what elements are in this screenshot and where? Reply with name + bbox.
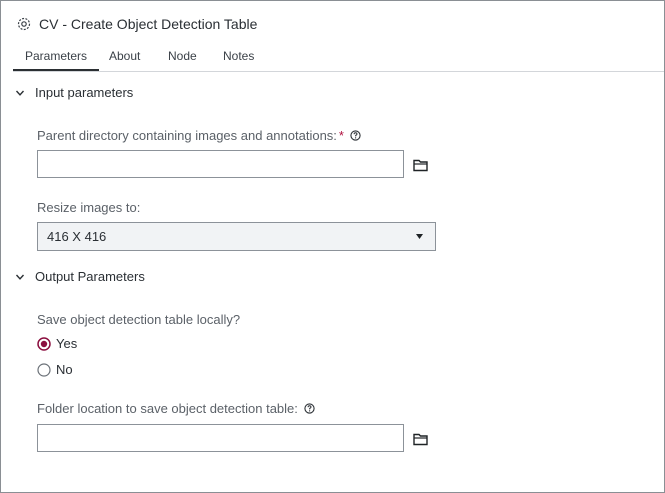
radio-label: Yes — [56, 336, 78, 351]
chevron-down-icon — [15, 274, 25, 280]
section-label: Output Parameters — [35, 269, 145, 284]
window-header: CV - Create Object Detection Table — [17, 15, 257, 33]
folder-icon[interactable] — [413, 432, 429, 446]
section-input-parameters[interactable]: Input parameters — [15, 85, 133, 100]
folder-location-input[interactable] — [37, 424, 404, 452]
tab-bar: Parameters About Node Notes — [12, 47, 664, 72]
resize-images-select[interactable]: 416 X 416 — [37, 222, 436, 251]
radio-checked-icon — [37, 336, 51, 351]
radio-no[interactable]: No — [37, 362, 73, 377]
parent-directory-label: Parent directory containing images and a… — [37, 128, 361, 143]
save-locally-label: Save object detection table locally? — [37, 312, 241, 327]
radio-unchecked-icon — [37, 362, 51, 377]
dropdown-arrow-icon — [416, 234, 423, 239]
section-label: Input parameters — [35, 85, 134, 100]
eye-settings-icon — [17, 17, 31, 31]
required-marker: * — [338, 128, 344, 143]
resize-selected-value: 416 X 416 — [47, 229, 107, 244]
tab-node[interactable]: Node — [168, 49, 197, 63]
dialog-frame: CV - Create Object Detection Table Param… — [0, 0, 665, 493]
help-icon[interactable] — [304, 403, 315, 414]
folder-location-label: Folder location to save object detection… — [37, 401, 315, 416]
folder-icon[interactable] — [413, 158, 429, 172]
tab-divider — [13, 71, 664, 72]
window-title: CV - Create Object Detection Table — [39, 16, 258, 32]
parent-directory-input[interactable] — [37, 150, 404, 178]
help-icon[interactable] — [350, 130, 361, 141]
tab-about[interactable]: About — [109, 49, 140, 63]
radio-label: No — [56, 362, 73, 377]
radio-yes[interactable]: Yes — [37, 336, 77, 351]
chevron-down-icon — [15, 90, 25, 96]
tab-parameters[interactable]: Parameters — [12, 49, 100, 71]
resize-images-label: Resize images to: — [37, 200, 141, 215]
tab-notes[interactable]: Notes — [223, 49, 254, 63]
section-output-parameters[interactable]: Output Parameters — [15, 269, 145, 284]
